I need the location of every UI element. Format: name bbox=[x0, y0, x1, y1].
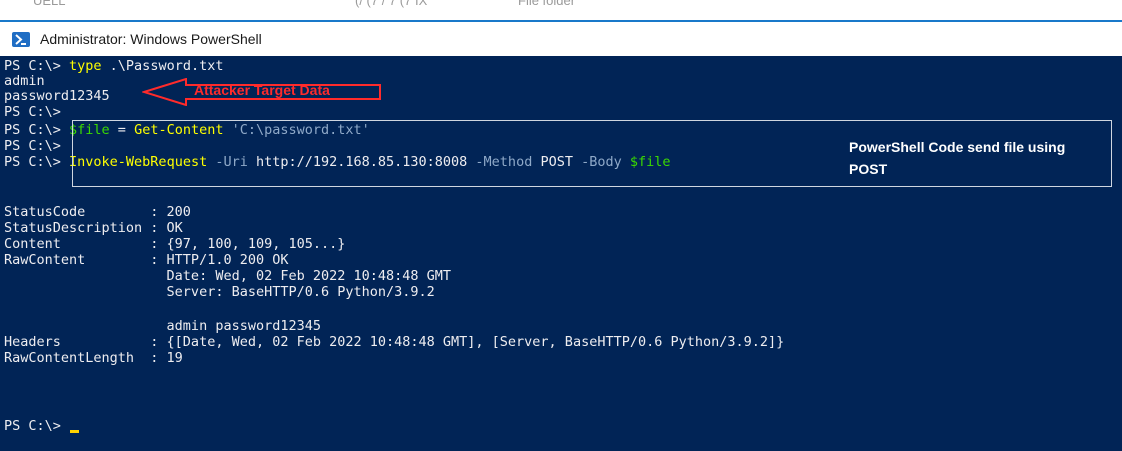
output-raw-content: RawContent : HTTP/1.0 200 OK bbox=[4, 252, 289, 268]
command-arg: .\Password.txt bbox=[101, 58, 224, 74]
output-status-code: StatusCode : 200 bbox=[4, 204, 191, 220]
output-status-description: StatusDescription : OK bbox=[4, 220, 183, 236]
output-headers: Headers : {[Date, Wed, 02 Feb 2022 10:48… bbox=[4, 334, 785, 350]
text-cursor bbox=[70, 430, 80, 433]
box-annotation-line-2: POST bbox=[849, 161, 888, 177]
prompt: PS C:\> bbox=[4, 122, 70, 138]
console-final-prompt[interactable]: PS C:\> bbox=[4, 418, 80, 434]
window-titlebar[interactable]: Administrator: Windows PowerShell bbox=[0, 22, 1122, 56]
output-raw-content-length: RawContentLength : 19 bbox=[4, 350, 183, 366]
powershell-icon bbox=[12, 31, 30, 47]
explorer-type-cell: File folder bbox=[518, 0, 576, 8]
console-output-line: password12345 bbox=[4, 88, 110, 104]
attacker-target-annotation: Attacker Target Data bbox=[140, 77, 402, 107]
output-raw-content-date: Date: Wed, 02 Feb 2022 10:48:48 GMT bbox=[4, 268, 452, 284]
annotation-label: Attacker Target Data bbox=[194, 82, 330, 98]
explorer-date-cell: (/ (7 / 7 (7 IX bbox=[355, 0, 428, 8]
output-raw-content-server: Server: BaseHTTP/0.6 Python/3.9.2 bbox=[4, 284, 435, 300]
console-output-line: admin bbox=[4, 73, 45, 89]
box-annotation-line-1: PowerShell Code send file using bbox=[849, 139, 1066, 155]
explorer-name-cell: UELL bbox=[33, 0, 66, 8]
output-raw-content-body: admin password12345 bbox=[4, 318, 321, 334]
prompt: PS C:\> bbox=[4, 418, 70, 434]
box-annotation-text: PowerShell Code send file using POST bbox=[849, 136, 1119, 180]
output-content: Content : {97, 100, 109, 105...} bbox=[4, 236, 346, 252]
window-title: Administrator: Windows PowerShell bbox=[40, 31, 262, 47]
command-type: type bbox=[69, 58, 102, 74]
prompt: PS C:\> bbox=[4, 154, 70, 170]
powershell-console[interactable]: PS C:\> type .\Password.txt admin passwo… bbox=[0, 56, 1122, 451]
console-line-type-command: PS C:\> type .\Password.txt bbox=[4, 58, 223, 74]
console-prompt-line: PS C:\> bbox=[4, 138, 61, 154]
background-explorer-strip: UELL (/ (7 / 7 (7 IX File folder bbox=[0, 0, 1122, 22]
console-prompt-line: PS C:\> bbox=[4, 104, 61, 120]
prompt: PS C:\> bbox=[4, 58, 70, 74]
